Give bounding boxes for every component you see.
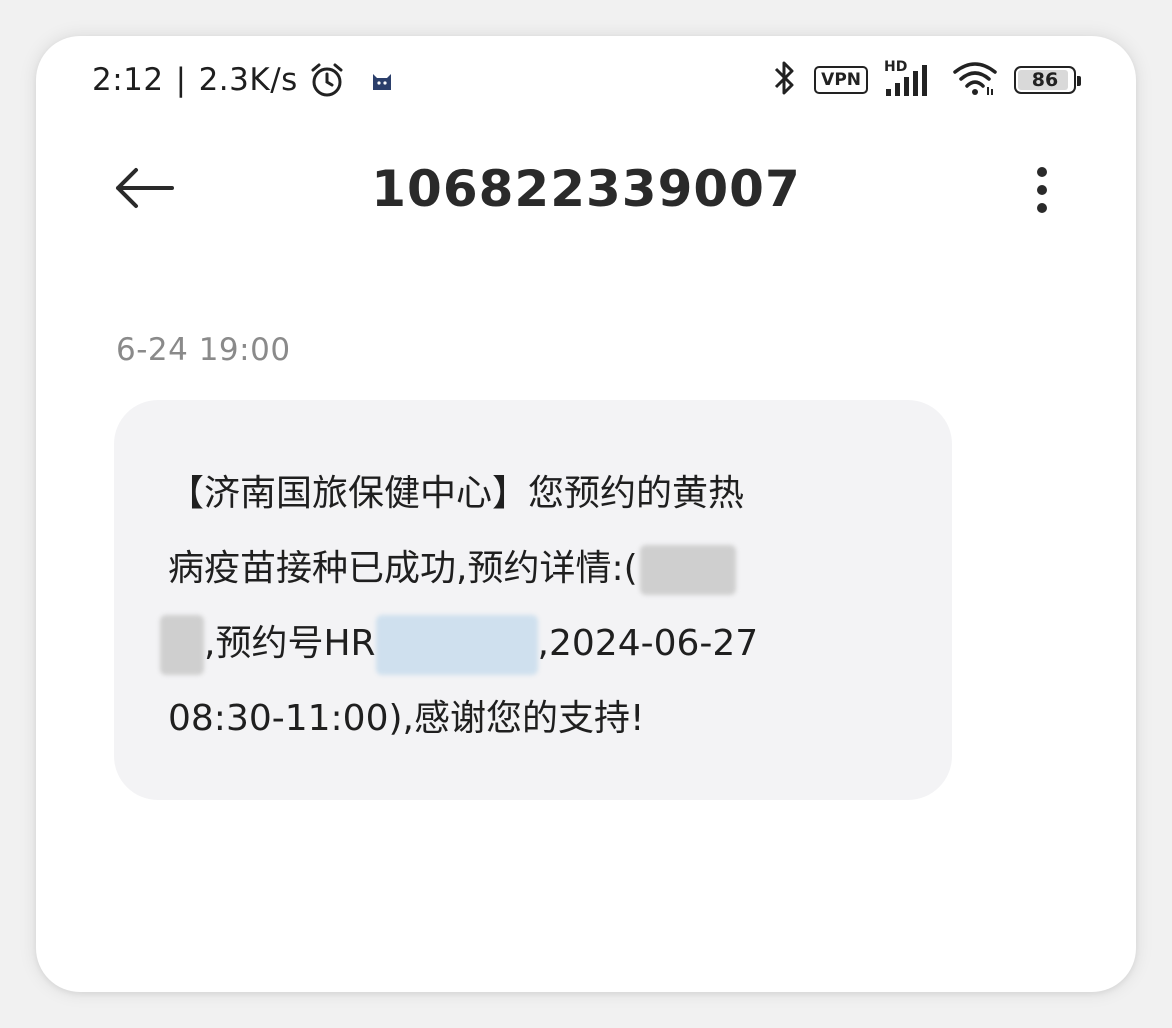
contact-title: 106822339007 bbox=[371, 160, 801, 218]
message-line-3: ,预约号HR ,2024-06-27 bbox=[160, 606, 888, 681]
conversation-header: 106822339007 bbox=[36, 154, 1136, 224]
battery-level: 86 bbox=[1031, 69, 1059, 91]
redacted-appointment-number bbox=[375, 615, 538, 675]
redacted-name-continued bbox=[160, 615, 204, 675]
message-line-3-text: ,预约号HR bbox=[204, 623, 376, 664]
message-line-3-date: ,2024-06-27 bbox=[537, 623, 759, 664]
message-line-2-text: 病疫苗接种已成功,预约详情:( bbox=[168, 548, 638, 589]
status-bar-right: VPN HD 86 bbox=[772, 59, 1081, 101]
message-text: 【济南国旅保健中心】您预约的黄热 病疫苗接种已成功,预约详情:( ,预约号HR,… bbox=[160, 456, 888, 756]
message-timestamp: 6-24 19:00 bbox=[116, 332, 291, 368]
redacted-name bbox=[639, 545, 736, 595]
more-options-button[interactable] bbox=[1024, 162, 1060, 218]
phone-screen: 2:12 | 2.3K/s VPN HD 86 106822339007 6-2… bbox=[36, 36, 1136, 992]
message-line-2: 病疫苗接种已成功,预约详情:( bbox=[168, 531, 888, 606]
network-speed: 2.3K/s bbox=[198, 62, 298, 98]
more-vertical-icon bbox=[1037, 167, 1047, 213]
alarm-icon bbox=[308, 61, 346, 99]
hd-signal-icon: HD bbox=[884, 59, 936, 99]
status-separator: | bbox=[175, 62, 187, 98]
message-line-1: 【济南国旅保健中心】您预约的黄热 bbox=[168, 473, 745, 514]
message-line-4: 08:30-11:00),感谢您的支持! bbox=[168, 698, 645, 739]
vpn-icon: VPN bbox=[814, 66, 868, 94]
status-bar-left: 2:12 | 2.3K/s bbox=[92, 60, 394, 100]
message-bubble[interactable]: 【济南国旅保健中心】您预约的黄热 病疫苗接种已成功,预约详情:( ,预约号HR,… bbox=[114, 400, 952, 800]
battery-icon: 86 bbox=[1014, 66, 1081, 94]
app-notification-icon bbox=[370, 68, 394, 92]
status-bar: 2:12 | 2.3K/s VPN HD 86 bbox=[36, 36, 1136, 126]
wifi-icon bbox=[952, 59, 998, 101]
bluetooth-icon bbox=[772, 59, 798, 101]
status-time: 2:12 bbox=[92, 62, 164, 98]
